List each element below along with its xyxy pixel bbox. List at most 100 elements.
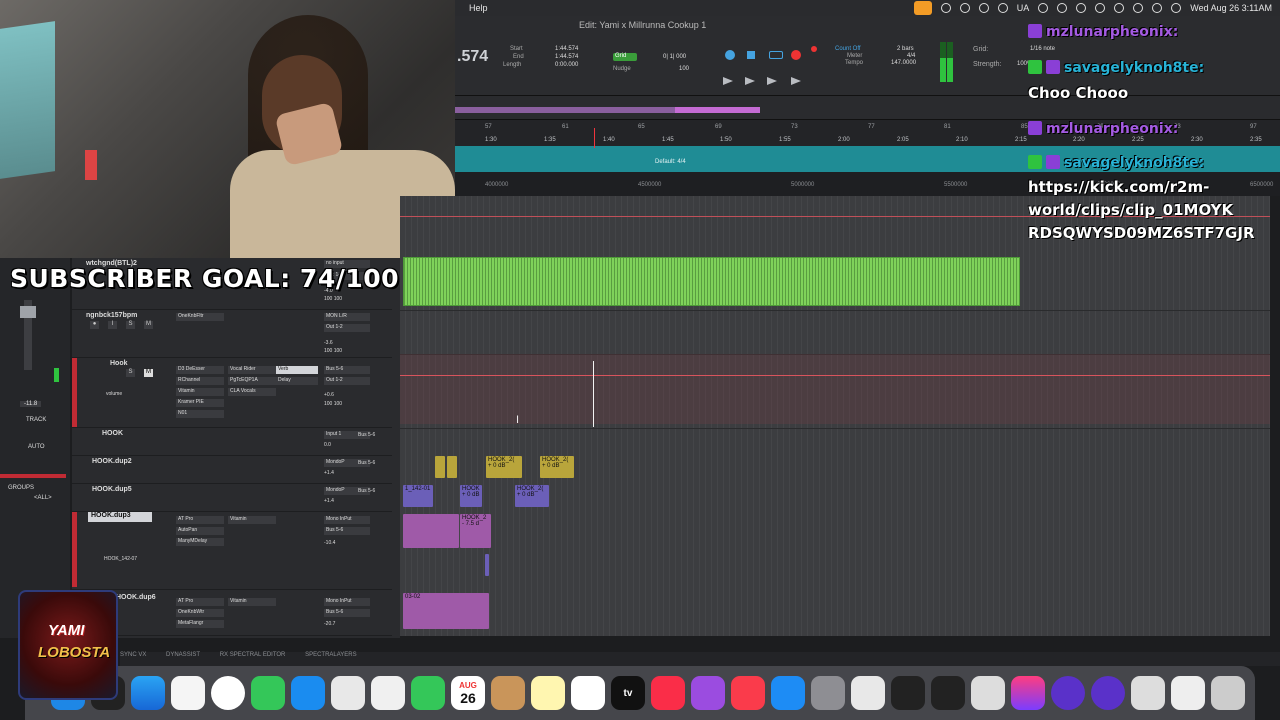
eye-icon[interactable]: [959, 3, 970, 13]
headphones-icon[interactable]: [997, 3, 1008, 13]
track-output[interactable]: Bus 5-6: [324, 609, 370, 617]
creative-cloud-icon[interactable]: [1011, 676, 1045, 710]
track-name[interactable]: HOOK.dup6: [116, 594, 156, 601]
insert-slot[interactable]: ManyMDelay: [176, 538, 224, 546]
plugin-tab[interactable]: SYNC VX: [120, 652, 146, 658]
universe-visible-area[interactable]: [675, 107, 760, 113]
track-input[interactable]: Mono InPut: [324, 598, 370, 606]
track-header-7[interactable]: HOOK.dup6 AT Pro OneKnbWtr MetaFlangr Vi…: [72, 590, 392, 636]
dropbox-icon[interactable]: [978, 3, 989, 13]
start-value[interactable]: 1:44.574: [555, 46, 578, 52]
insert-slot[interactable]: OneKnbWtr: [176, 609, 224, 617]
menu-help[interactable]: Help: [469, 3, 488, 13]
reminders-icon[interactable]: [171, 676, 205, 710]
track-volume[interactable]: +0.6: [324, 392, 334, 398]
play-icon[interactable]: [1057, 3, 1068, 13]
system-settings-icon[interactable]: [811, 676, 845, 710]
plugin-tab[interactable]: RX SPECTRAL EDITOR: [220, 652, 286, 658]
send-slot[interactable]: Delay: [276, 377, 318, 385]
solo-button[interactable]: S: [126, 321, 135, 329]
track-output[interactable]: Bus 5-6: [358, 460, 375, 466]
track-pan[interactable]: 100 100: [324, 401, 342, 407]
track-volume[interactable]: -10.4: [324, 540, 335, 546]
audio-clip-hook-dup2-a[interactable]: HOOK_2(+ 0 dB: [486, 456, 522, 478]
insert-slot[interactable]: RChannel: [176, 377, 224, 385]
keyboard-input[interactable]: UA: [1017, 3, 1030, 13]
mute-button[interactable]: M: [144, 369, 153, 377]
grid-mode-button[interactable]: Grid: [613, 53, 637, 61]
audio-clip-hook-dup5-a[interactable]: 1_142-01: [403, 485, 433, 507]
record-enable-button[interactable]: ●: [90, 321, 99, 329]
track-header-4[interactable]: HOOK.dup2 MondoP +1.4 Bus 5-6: [72, 456, 392, 484]
avid-icon[interactable]: [1051, 676, 1085, 710]
ua-connect-icon[interactable]: [891, 676, 925, 710]
track-name[interactable]: ngnbck157bpm: [86, 312, 137, 319]
track-output[interactable]: Bus 5-6: [358, 432, 375, 438]
mute-button[interactable]: M: [144, 321, 153, 329]
meter-value[interactable]: 4/4: [907, 53, 915, 59]
track-name[interactable]: HOOK: [102, 430, 123, 437]
audio-clip[interactable]: [435, 456, 445, 478]
track-output[interactable]: Bus 5-6: [358, 488, 375, 494]
track-header-5[interactable]: HOOK.dup5 MondoP +1.4 Bus 5-6: [72, 484, 392, 512]
grid-value[interactable]: 0| 1| 000: [663, 54, 686, 60]
plugin-tab[interactable]: SPECTRALAYERS: [305, 652, 357, 658]
audio-clip[interactable]: [403, 514, 459, 548]
track-header-6[interactable]: AT Pro AutoPan ManyMDelay Vitamin Mono I…: [72, 512, 392, 590]
insert-slot[interactable]: OneKnbFltr: [176, 313, 224, 321]
loop-icon[interactable]: [725, 50, 735, 60]
appletv-icon[interactable]: tv: [611, 676, 645, 710]
main-counter[interactable]: .574: [457, 48, 488, 66]
track-header-1[interactable]: ngnbck157bpm ● I S M OneKnbFltr MON L/R …: [72, 310, 392, 358]
insert-slot[interactable]: Vocal Rider: [228, 366, 276, 374]
count-off-bars[interactable]: 2 bars: [897, 46, 914, 52]
wifi-icon[interactable]: [1114, 3, 1125, 13]
audio-clip-hook-dup5-c[interactable]: HOOK_2(+ 0 dB: [515, 485, 549, 507]
track-output[interactable]: Out 1-2: [324, 377, 370, 385]
track-output[interactable]: Out 1-2: [324, 324, 370, 332]
track-name[interactable]: Hook: [110, 360, 128, 367]
mail-icon[interactable]: [291, 676, 325, 710]
track-input[interactable]: Bus 5-6: [324, 366, 370, 374]
fader-cap[interactable]: [20, 306, 36, 318]
insert-slot[interactable]: Vitamin: [228, 516, 276, 524]
audio-clip-hook-dup3[interactable]: HOOK_2- 7.5 d: [460, 514, 491, 548]
playlist-name[interactable]: HOOK_142-07: [104, 556, 137, 562]
track-volume[interactable]: +1.4: [324, 498, 334, 504]
clip-fragment[interactable]: [485, 554, 489, 576]
utility-app-icon[interactable]: [851, 676, 885, 710]
audio-clip-dup6[interactable]: 03-02: [403, 593, 489, 629]
clock[interactable]: Wed Aug 26 3:11AM: [1190, 3, 1272, 13]
insert-slot[interactable]: MetaFlangr: [176, 620, 224, 628]
insert-slot[interactable]: AT Pro: [176, 516, 224, 524]
notes-icon[interactable]: [531, 676, 565, 710]
track-volume[interactable]: 0.0: [324, 442, 331, 448]
nudge-value[interactable]: 100: [679, 66, 689, 72]
insert-slot[interactable]: CLA Vocals: [228, 388, 276, 396]
track-name[interactable]: HOOK.dup2: [92, 458, 132, 465]
messages-icon[interactable]: [251, 676, 285, 710]
loop-playback-icon[interactable]: [769, 51, 783, 59]
control-center-icon[interactable]: [1152, 3, 1163, 13]
pro-tools-icon[interactable]: [931, 676, 965, 710]
insert-slot[interactable]: Kramer PIE: [176, 399, 224, 407]
audio-clip-hook-dup5-b[interactable]: HOOK + 0 dB: [460, 485, 482, 507]
insert-slot[interactable]: Vitamin: [176, 388, 224, 396]
battery-icon[interactable]: [1095, 3, 1106, 13]
end-value[interactable]: 1:44.574: [555, 54, 578, 60]
downloads-icon[interactable]: [1171, 676, 1205, 710]
track-name[interactable]: HOOK.dup5: [92, 486, 132, 493]
count-off-label[interactable]: Count Off: [835, 46, 861, 52]
insert-slot[interactable]: AutoPan: [176, 527, 224, 535]
contacts-icon[interactable]: [491, 676, 525, 710]
track-header-3[interactable]: HOOK Input 1 0.0 Bus 5-6: [72, 428, 392, 456]
insert-slot[interactable]: N01: [176, 410, 224, 418]
track-pan[interactable]: 100 100: [324, 296, 342, 302]
insert-slot[interactable]: Vitamin: [228, 598, 276, 606]
track-volume[interactable]: +1.4: [324, 470, 334, 476]
maps-icon[interactable]: [331, 676, 365, 710]
safari-icon[interactable]: [131, 676, 165, 710]
preview-icon[interactable]: [971, 676, 1005, 710]
music-folder-icon[interactable]: [1131, 676, 1165, 710]
siri-icon[interactable]: [1171, 3, 1182, 13]
